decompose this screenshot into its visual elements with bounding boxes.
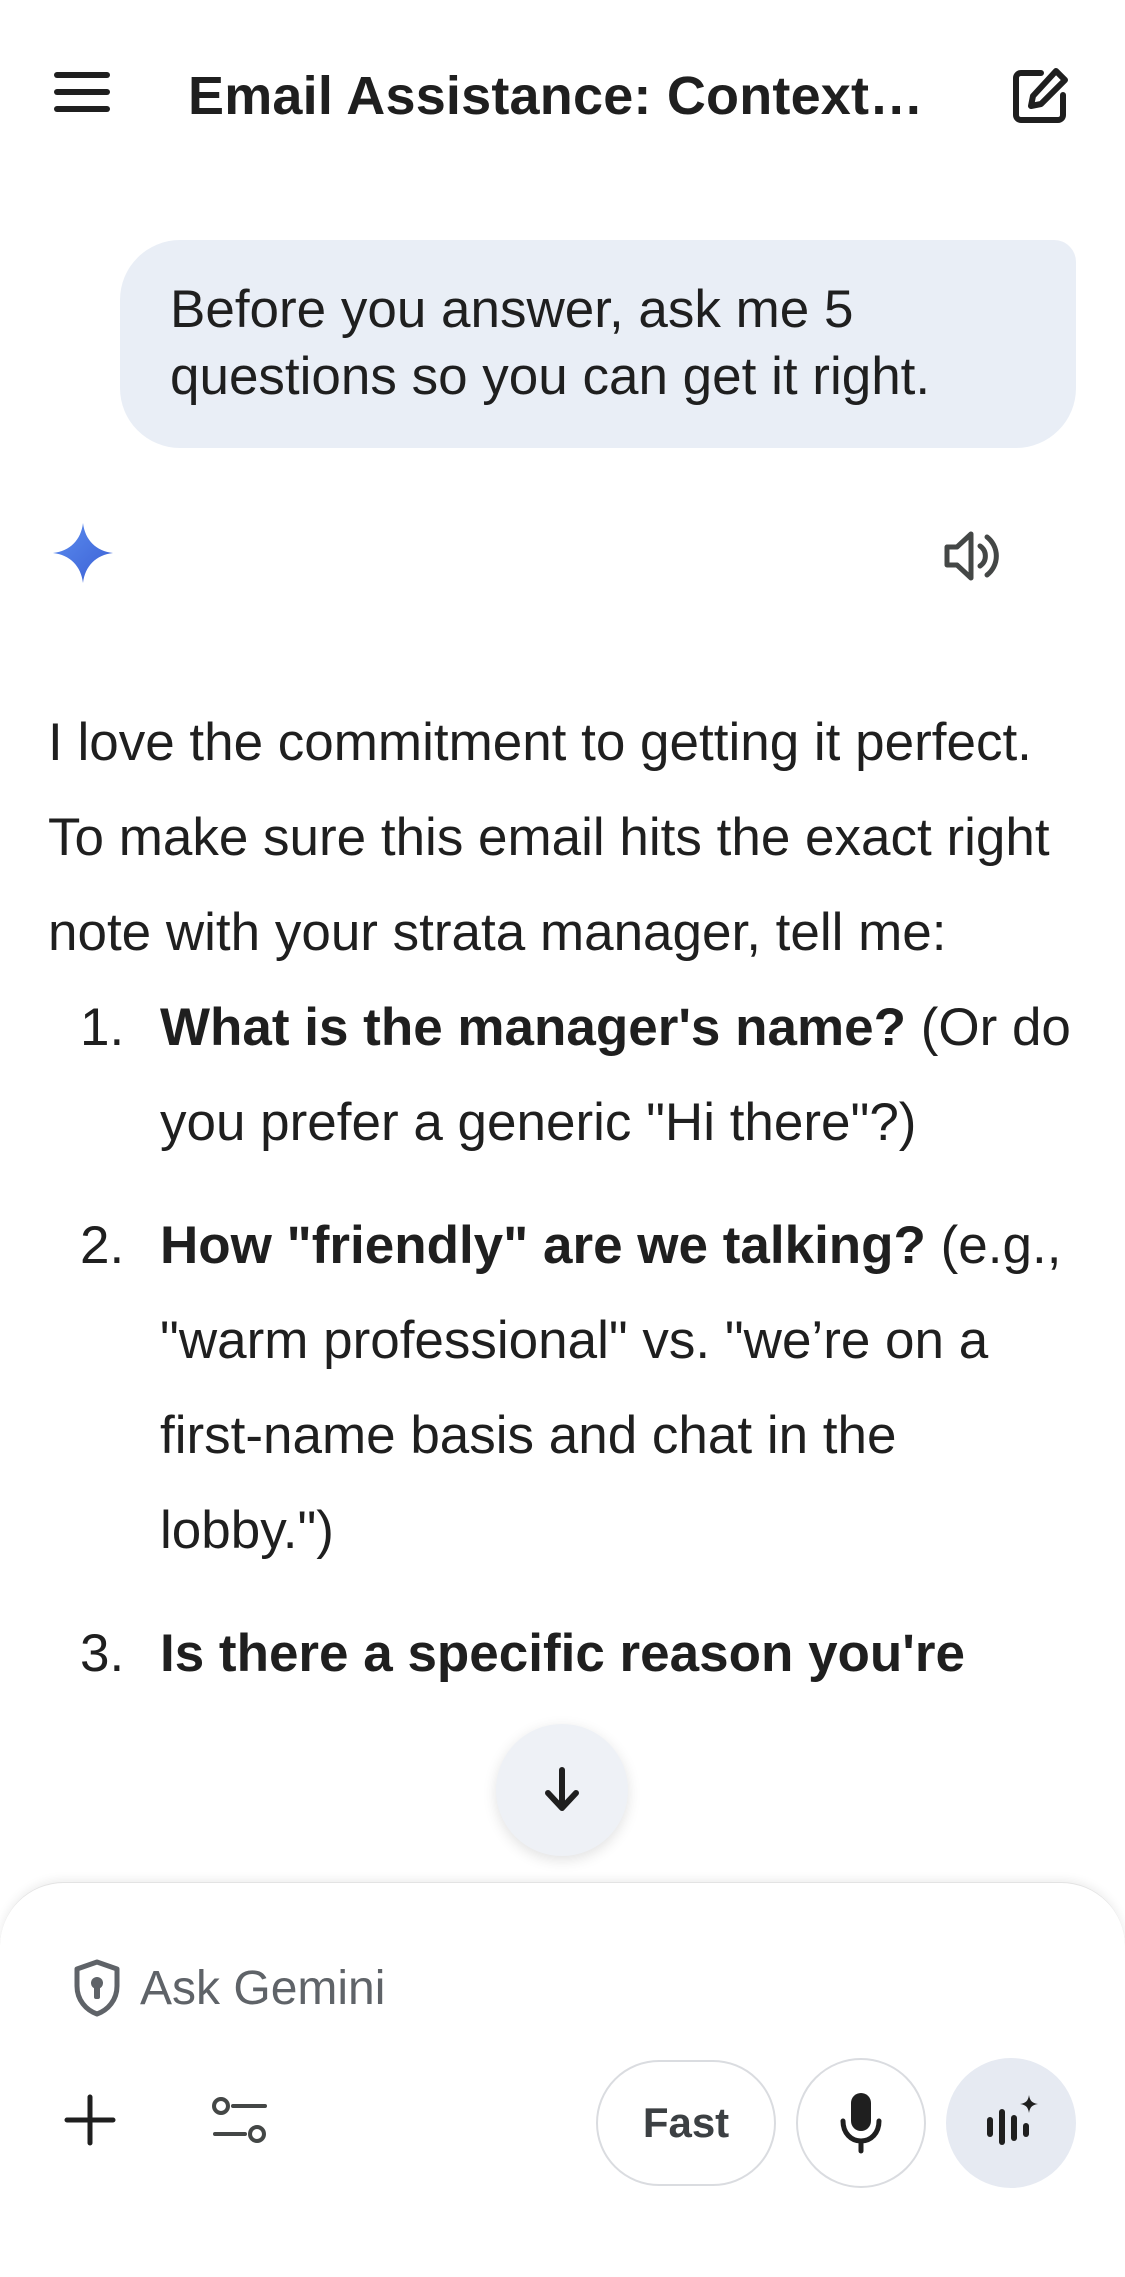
question-item: 3. Is there a specific reason you're: [48, 1606, 1078, 1701]
gemini-live-button[interactable]: [946, 2058, 1076, 2188]
new-chat-edit-icon[interactable]: [998, 54, 1082, 138]
question-number: 3.: [80, 1624, 125, 1683]
question-text-bold: Is there a specific reason you're: [160, 1624, 966, 1683]
scroll-down-button[interactable]: [496, 1724, 628, 1856]
composer-panel: [0, 1882, 1125, 2277]
microphone-button[interactable]: [796, 2058, 926, 2188]
model-mode-fast-button[interactable]: Fast: [596, 2060, 776, 2186]
live-waveform-icon: [987, 2095, 1038, 2145]
gemini-spark-icon: [50, 520, 116, 586]
top-app-bar: Email Assistance: Context…: [0, 0, 1125, 190]
question-text-bold: What is the manager's name?: [160, 998, 906, 1057]
response-intro: I love the commitment to getting it perf…: [48, 713, 1050, 962]
tools-sliders-icon: [212, 2097, 267, 2143]
plus-icon: [64, 2094, 116, 2146]
conversation-title: Email Assistance: Context…: [188, 66, 924, 126]
tools-button[interactable]: [200, 2080, 280, 2160]
question-list: 1. What is the manager's name? (Or do yo…: [48, 980, 1078, 1701]
assistant-response: I love the commitment to getting it perf…: [48, 695, 1078, 1729]
question-item: 2. How "friendly" are we talking? (e.g.,…: [48, 1198, 1078, 1578]
hamburger-menu-icon[interactable]: [40, 50, 124, 134]
user-message-bubble: Before you answer, ask me 5 questions so…: [120, 240, 1076, 448]
ask-row: [72, 1959, 940, 2017]
arrow-down-icon: [545, 1767, 579, 1811]
question-text-bold: How "friendly" are we talking?: [160, 1216, 926, 1275]
question-item: 1. What is the manager's name? (Or do yo…: [48, 980, 1078, 1170]
ask-gemini-input[interactable]: [140, 1960, 940, 2016]
question-number: 1.: [80, 998, 125, 1057]
question-number: 2.: [80, 1216, 125, 1275]
microphone-icon: [840, 2093, 882, 2154]
speaker-icon[interactable]: [938, 520, 1010, 592]
add-attachment-button[interactable]: [50, 2080, 130, 2160]
shield-icon: [74, 1959, 120, 2017]
